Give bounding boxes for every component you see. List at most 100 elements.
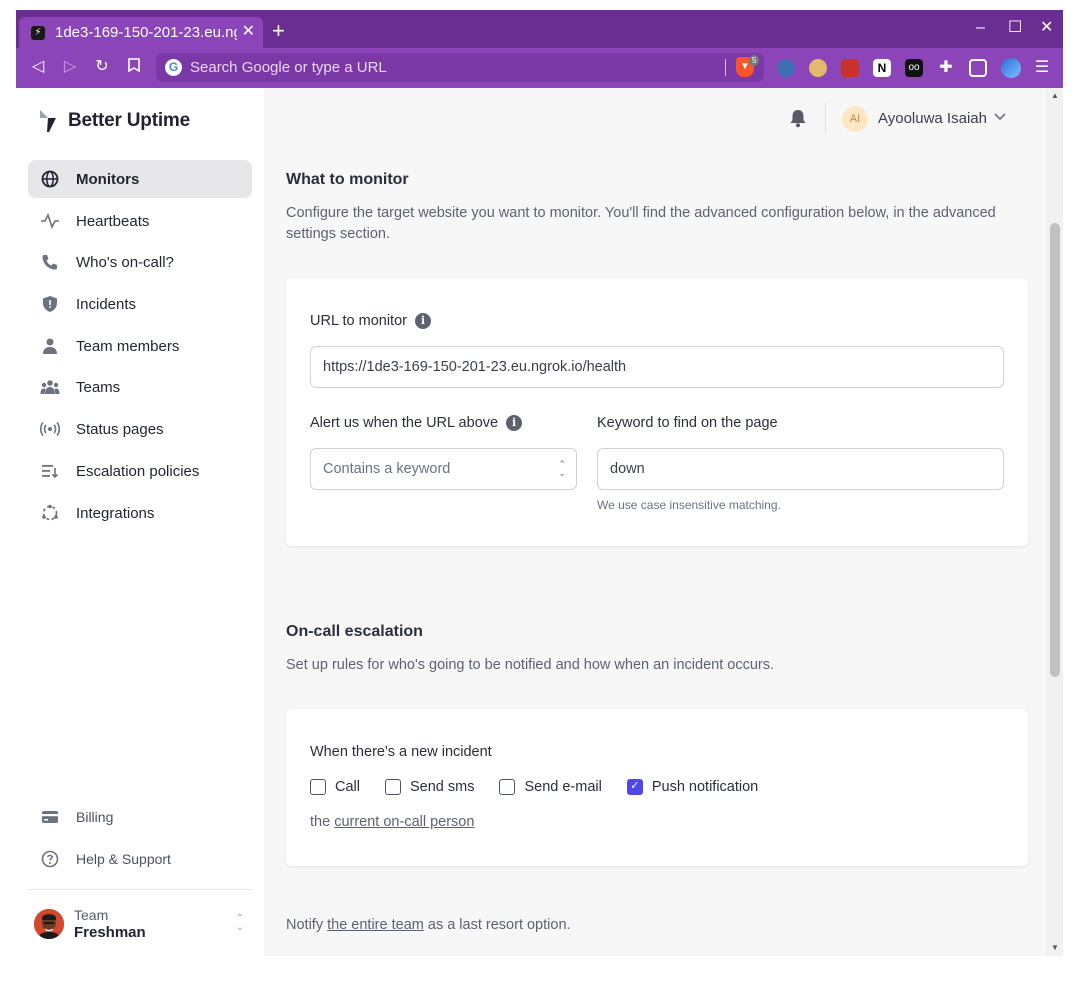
minimize-icon[interactable]: – <box>976 19 985 37</box>
sidebar-item-label: Status pages <box>76 420 164 438</box>
back-icon[interactable]: ◁ <box>28 58 48 76</box>
close-tab-icon[interactable]: ✕ <box>242 23 255 41</box>
profile-icon[interactable] <box>1001 58 1021 78</box>
page-scrollbar[interactable]: ▲ ▼ <box>1046 88 1063 956</box>
team-label: Team Freshman <box>74 907 146 941</box>
new-incident-label: When there's a new incident <box>310 744 492 760</box>
sidebar-item-heartbeats[interactable]: Heartbeats <box>28 202 252 240</box>
url-label-text: URL to monitor <box>310 313 407 329</box>
sidebar-item-label: Integrations <box>76 504 155 522</box>
address-divider <box>725 59 726 76</box>
user-menu-name[interactable]: Ayooluwa Isaiah <box>878 110 987 127</box>
extension-5-icon[interactable]: oo <box>905 59 923 77</box>
new-tab-icon[interactable]: + <box>272 20 285 42</box>
sidebar-item-monitors[interactable]: Monitors <box>28 160 252 198</box>
extension-2-icon[interactable] <box>809 59 827 77</box>
browser-tab[interactable]: ⚡ 1de3-169-150-201-23.eu.ngrok.io ✕ <box>19 17 263 48</box>
checkbox-box[interactable] <box>384 779 401 795</box>
sidebar-item-whos-on-call[interactable]: Who's on-call? <box>28 243 252 281</box>
notion-icon[interactable]: N <box>873 59 891 77</box>
sidebar-item-label: Escalation policies <box>76 462 200 480</box>
menu-icon[interactable]: ☰ <box>1033 59 1051 77</box>
browser-toolbar: ◁ ▷ ↻ G Search Google or type a URL ▼ 5 … <box>16 48 1063 88</box>
keyword-label-text: Keyword to find on the page <box>597 415 778 431</box>
team-caption: Team <box>74 907 109 923</box>
page-viewport: Better Uptime Monitors Heartbeats Who's … <box>16 88 1063 956</box>
send-sms-checkbox[interactable]: Send sms <box>384 779 474 795</box>
extension-1-icon[interactable] <box>777 59 795 77</box>
escalation-target: the current on-call person <box>310 814 474 830</box>
sidebar-item-incidents[interactable]: Incidents <box>28 285 252 323</box>
sidebar-item-billing[interactable]: Billing <box>28 801 252 833</box>
keyword-input[interactable]: down <box>597 448 1004 490</box>
scroll-down-icon[interactable]: ▼ <box>1051 943 1059 952</box>
brand-name: Better Uptime <box>68 110 190 131</box>
current-on-call-person-link[interactable]: current on-call person <box>334 814 474 830</box>
sidebar-item-team-members[interactable]: Team members <box>28 327 252 365</box>
sidebar-item-help-support[interactable]: Help & Support <box>28 843 252 875</box>
url-input[interactable]: https://1de3-169-150-201-23.eu.ngrok.io/… <box>310 346 1004 388</box>
better-uptime-logo-icon <box>38 108 58 134</box>
checkbox-label: Call <box>335 779 360 795</box>
bookmark-icon[interactable] <box>124 58 144 77</box>
sidebar-icon[interactable] <box>969 59 987 77</box>
chevron-up-down-icon: ⌃ ⌄ <box>235 913 244 933</box>
sidebar-item-label: Heartbeats <box>76 212 150 230</box>
select-arrows-icon: ⌃ ⌄ <box>558 459 566 478</box>
call-checkbox[interactable]: Call <box>310 779 360 795</box>
scroll-up-icon[interactable]: ▲ <box>1051 91 1059 100</box>
reload-icon[interactable]: ↻ <box>92 58 112 76</box>
entire-team-link[interactable]: the entire team <box>327 917 424 933</box>
address-bar[interactable]: G Search Google or type a URL ▼ 5 <box>156 53 764 82</box>
escalation-card: When there's a new incident Call Send sm… <box>286 709 1028 866</box>
integrations-icon <box>40 503 60 523</box>
monitor-config-card: URL to monitor i https://1de3-169-150-20… <box>286 278 1028 546</box>
team-name: Freshman <box>74 924 146 941</box>
sidebar-item-label: Monitors <box>76 170 140 188</box>
user-avatar[interactable]: AI <box>842 106 868 132</box>
last-resort-notice: Notify the entire team as a last resort … <box>286 917 571 933</box>
alert-select-value: Contains a keyword <box>323 461 451 477</box>
alert-condition-select[interactable]: Contains a keyword ⌃ ⌄ <box>310 448 577 490</box>
send-email-checkbox[interactable]: Send e-mail <box>499 779 602 795</box>
section-description: Configure the target website you want to… <box>286 205 996 242</box>
question-circle-icon <box>40 849 60 869</box>
sidebar-item-integrations[interactable]: Integrations <box>28 494 252 532</box>
forward-icon[interactable]: ▷ <box>60 58 80 76</box>
lightning-icon: ⚡ <box>31 25 45 40</box>
chevron-down-icon[interactable] <box>994 110 1006 124</box>
section-title-what-to-monitor: What to monitor <box>286 171 409 188</box>
team-switcher[interactable]: Team Freshman ⌃ ⌄ <box>28 902 252 946</box>
checkbox-box[interactable] <box>499 779 516 795</box>
puzzle-icon[interactable]: ✚ <box>937 59 955 77</box>
sidebar-item-teams[interactable]: Teams <box>28 368 252 406</box>
sidebar-item-label: Team members <box>76 337 180 355</box>
sidebar-item-status-pages[interactable]: Status pages <box>28 410 252 448</box>
title-bar: ⚡ 1de3-169-150-201-23.eu.ngrok.io ✕ + – … <box>16 10 1063 48</box>
checkbox-label: Send e-mail <box>524 779 602 795</box>
header-divider <box>825 103 826 135</box>
notify-prefix: Notify <box>286 917 324 933</box>
section-title-on-call-escalation: On-call escalation <box>286 623 423 640</box>
sidebar: Better Uptime Monitors Heartbeats Who's … <box>16 88 264 956</box>
sidebar-item-escalation-policies[interactable]: Escalation policies <box>28 452 252 490</box>
scroll-thumb[interactable] <box>1050 223 1060 677</box>
close-window-icon[interactable]: ✕ <box>1040 19 1053 37</box>
maximize-icon[interactable]: ☐ <box>1008 19 1022 37</box>
extension-3-icon[interactable] <box>841 59 859 77</box>
bell-icon[interactable] <box>789 108 807 133</box>
checkbox-box[interactable] <box>310 779 326 795</box>
brand-logo[interactable]: Better Uptime <box>38 108 190 134</box>
checkmark-icon[interactable]: ✓ <box>626 779 643 795</box>
sidebar-item-label: Who's on-call? <box>76 253 174 271</box>
notify-suffix: as a last resort option. <box>427 917 571 933</box>
main-content: AI Ayooluwa Isaiah What to monitor Confi… <box>264 88 1046 956</box>
credit-card-icon <box>40 807 60 827</box>
google-icon: G <box>165 59 182 76</box>
info-icon[interactable]: i <box>506 415 523 431</box>
info-icon[interactable]: i <box>414 313 431 329</box>
sidebar-divider <box>28 889 252 890</box>
tab-title: 1de3-169-150-201-23.eu.ngrok.io <box>55 24 237 41</box>
push-notification-checkbox[interactable]: ✓ Push notification <box>626 779 758 795</box>
keyword-field-label: Keyword to find on the page <box>597 415 778 431</box>
